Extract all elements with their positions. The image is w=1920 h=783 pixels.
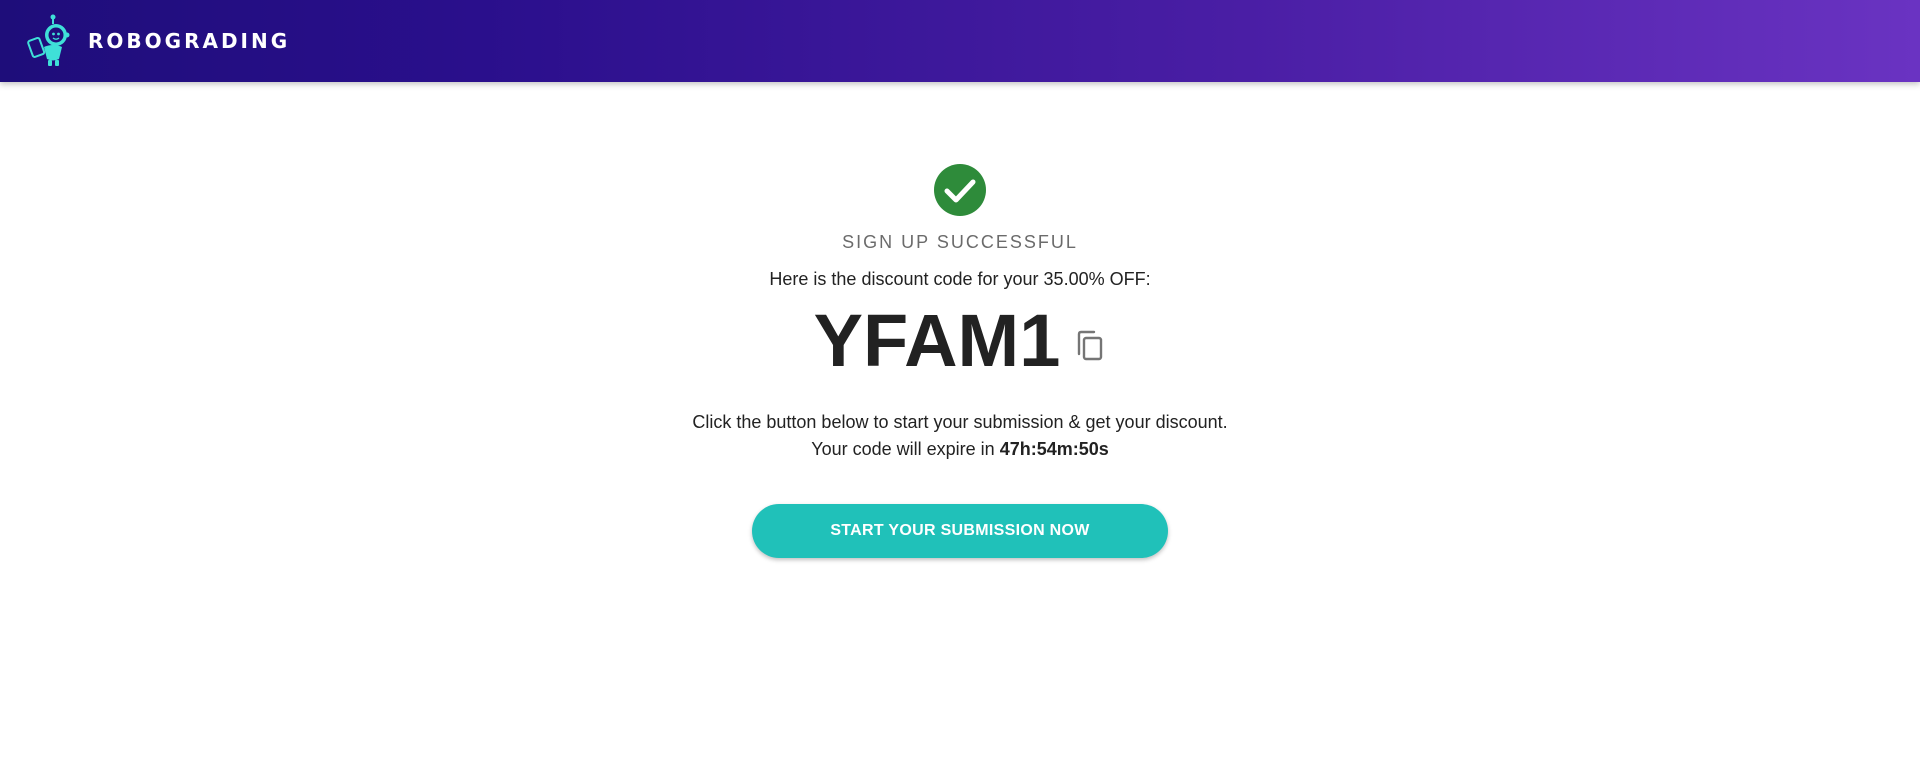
expiry-line: Your code will expire in 47h:54m:50s bbox=[0, 436, 1920, 463]
start-submission-button[interactable]: START YOUR SUBMISSION NOW bbox=[752, 504, 1168, 558]
instruction-line: Click the button below to start your sub… bbox=[692, 412, 1228, 432]
discount-code-row: YFAM1 bbox=[0, 304, 1920, 378]
discount-intro-text: Here is the discount code for your 35.00… bbox=[769, 269, 1151, 289]
top-header: ROBOGRADING bbox=[0, 0, 1920, 82]
expiry-countdown: 47h:54m:50s bbox=[999, 439, 1109, 459]
instructions-text: Click the button below to start your sub… bbox=[0, 409, 1920, 463]
signup-success-panel: SIGN UP SUCCESSFUL Here is the discount … bbox=[0, 82, 1920, 783]
copy-code-button[interactable] bbox=[1074, 329, 1106, 363]
brand-name: ROBOGRADING bbox=[88, 29, 291, 53]
status-title: SIGN UP SUCCESSFUL bbox=[842, 232, 1078, 252]
robot-logo-icon bbox=[27, 14, 70, 66]
expiry-prefix: Your code will expire in bbox=[811, 439, 995, 459]
check-circle-icon bbox=[934, 164, 986, 216]
copy-icon bbox=[1078, 330, 1103, 361]
discount-code: YFAM1 bbox=[813, 299, 1061, 382]
brand-logo[interactable]: ROBOGRADING bbox=[26, 13, 290, 69]
